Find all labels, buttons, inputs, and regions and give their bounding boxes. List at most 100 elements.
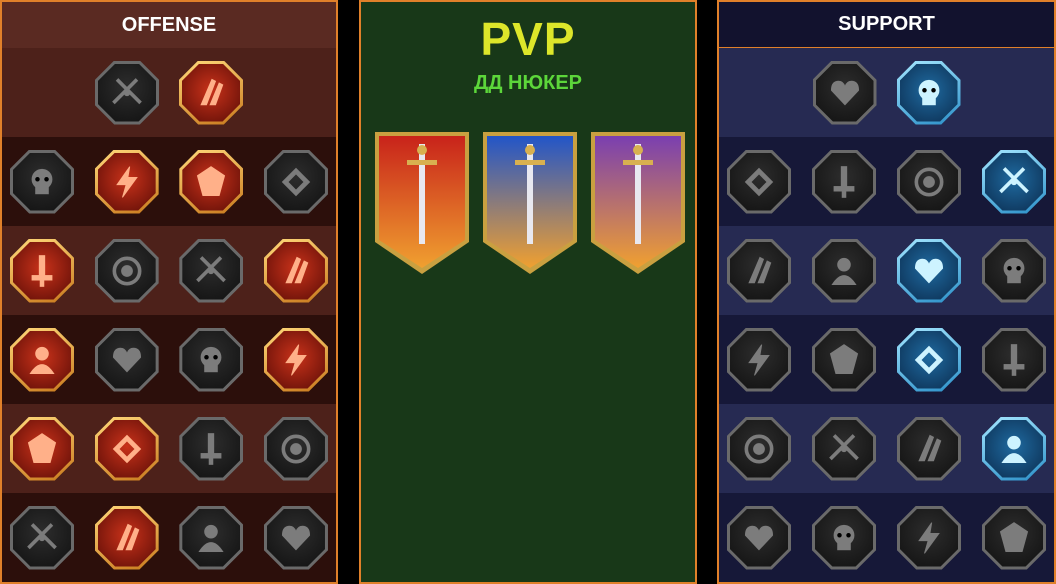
offense-blessing-6-1[interactable] <box>10 505 74 570</box>
support-blessing-3-1[interactable] <box>727 238 791 303</box>
flame-skull-icon <box>900 152 958 211</box>
healer-figure-icon <box>730 241 788 300</box>
lightning-bolt-icon <box>815 241 873 300</box>
fangs-icon <box>97 241 156 300</box>
sword-sparkle-icon <box>13 508 71 567</box>
pvp-panel: PVP ДД НЮКЕР <box>359 0 697 584</box>
sword-shield-icon <box>182 419 241 478</box>
arena-banners <box>373 130 687 276</box>
support-title: SUPPORT <box>719 2 1054 48</box>
support-blessing-2-2[interactable] <box>812 149 876 214</box>
shadow-figures-icon <box>985 241 1043 300</box>
offense-blessing-2-2[interactable] <box>94 149 159 214</box>
support-panel: SUPPORT <box>717 0 1056 584</box>
offense-row-1 <box>2 48 336 137</box>
offense-blessing-6-3[interactable] <box>179 505 244 570</box>
offense-blessing-2-4[interactable] <box>263 149 328 214</box>
sickle-hand-icon <box>266 241 325 300</box>
offense-blessing-6-4[interactable] <box>263 505 328 570</box>
blue-triple-sword-banner-icon[interactable] <box>481 130 579 276</box>
offense-row-3 <box>2 226 336 315</box>
support-row-2 <box>719 137 1054 226</box>
support-row-5 <box>719 404 1054 493</box>
offense-row-2 <box>2 137 336 226</box>
speed-boot-icon <box>815 419 873 478</box>
support-blessing-4-4[interactable] <box>982 327 1046 392</box>
support-blessing-2-1[interactable] <box>727 149 791 214</box>
offense-panel: OFFENSE <box>0 0 338 584</box>
twin-skulls-icon <box>97 419 156 478</box>
lightning-chain-icon <box>266 330 325 389</box>
offense-row-5 <box>2 404 336 493</box>
offense-blessing-4-2[interactable] <box>94 327 159 392</box>
support-blessing-4-2[interactable] <box>812 327 876 392</box>
compass-star-icon <box>730 419 788 478</box>
offense-blessing-3-3[interactable] <box>179 238 244 303</box>
support-blessing-6-4[interactable] <box>982 505 1046 570</box>
pvp-subtitle: ДД НЮКЕР <box>473 72 582 94</box>
open-book-icon <box>900 330 958 389</box>
shield-rings-icon <box>815 152 873 211</box>
flaming-helmet-icon <box>97 508 156 567</box>
arrow-hit-icon <box>13 241 71 300</box>
offense-blessing-5-3[interactable] <box>179 416 244 481</box>
skull-swipe-icon <box>182 241 241 300</box>
support-blessing-2-4[interactable] <box>982 149 1046 214</box>
support-blessing-5-4[interactable] <box>982 416 1046 481</box>
support-blessing-6-1[interactable] <box>727 505 791 570</box>
offense-blessing-5-2[interactable] <box>94 416 159 481</box>
crossed-swords-icon <box>98 63 156 122</box>
support-blessing-3-4[interactable] <box>982 238 1046 303</box>
offense-row-4 <box>2 315 336 404</box>
comet-icon <box>815 330 873 389</box>
offense-blessing-2-1[interactable] <box>10 149 74 214</box>
beast-icon <box>182 508 241 567</box>
triple-claw-icon <box>182 63 240 122</box>
blade-strike-icon <box>985 152 1043 211</box>
warrior-body-icon <box>266 419 325 478</box>
dagger-drop-icon <box>13 330 71 389</box>
support-blessing-5-3[interactable] <box>897 416 961 481</box>
angry-eyes-icon <box>985 330 1043 389</box>
support-blessing-2-3[interactable] <box>897 149 961 214</box>
support-blessing-5-2[interactable] <box>812 416 876 481</box>
support-blessing-6-2[interactable] <box>812 505 876 570</box>
red-knight-sword-banner-icon[interactable] <box>373 130 471 276</box>
support-blessing-4-1[interactable] <box>727 327 791 392</box>
offense-blessing-6-2[interactable] <box>94 505 159 570</box>
crossed-swords-duel-banner-icon[interactable] <box>589 130 687 276</box>
electric-ground-icon <box>900 241 958 300</box>
horned-demon-icon <box>13 152 71 211</box>
slash-strikes-icon <box>97 152 156 211</box>
offense-blessing-5-4[interactable] <box>263 416 328 481</box>
fist-hammer-icon <box>97 330 156 389</box>
support-blessing-6-3[interactable] <box>897 505 961 570</box>
all-seeing-eye-icon <box>900 419 958 478</box>
offense-blessing-3-1[interactable] <box>10 238 74 303</box>
skull-wings-icon <box>815 508 873 567</box>
offense-blessing-5-1[interactable] <box>10 416 74 481</box>
skull-totem-icon <box>266 508 325 567</box>
clenched-fist-icon <box>900 508 958 567</box>
support-blessing-grid <box>719 48 1054 582</box>
offense-blessing-4-1[interactable] <box>10 327 74 392</box>
potion-flask-icon <box>730 508 788 567</box>
support-blessing-1-1[interactable] <box>812 60 877 125</box>
shield-break-icon <box>182 152 241 211</box>
offense-blessing-3-2[interactable] <box>94 238 159 303</box>
support-row-1 <box>719 48 1054 137</box>
offense-blessing-4-4[interactable] <box>263 327 328 392</box>
offense-blessing-1-2[interactable] <box>179 60 243 125</box>
eagle-head-icon <box>985 508 1043 567</box>
support-row-4 <box>719 315 1054 404</box>
offense-blessing-4-3[interactable] <box>179 327 244 392</box>
support-blessing-3-2[interactable] <box>812 238 876 303</box>
offense-blessing-2-3[interactable] <box>179 149 244 214</box>
support-blessing-4-3[interactable] <box>897 327 961 392</box>
offense-blessing-3-4[interactable] <box>263 238 328 303</box>
offense-blessing-1-1[interactable] <box>95 60 159 125</box>
support-blessing-3-3[interactable] <box>897 238 961 303</box>
eye-swirl-icon <box>899 63 958 122</box>
support-blessing-1-2[interactable] <box>896 60 961 125</box>
support-blessing-5-1[interactable] <box>727 416 791 481</box>
